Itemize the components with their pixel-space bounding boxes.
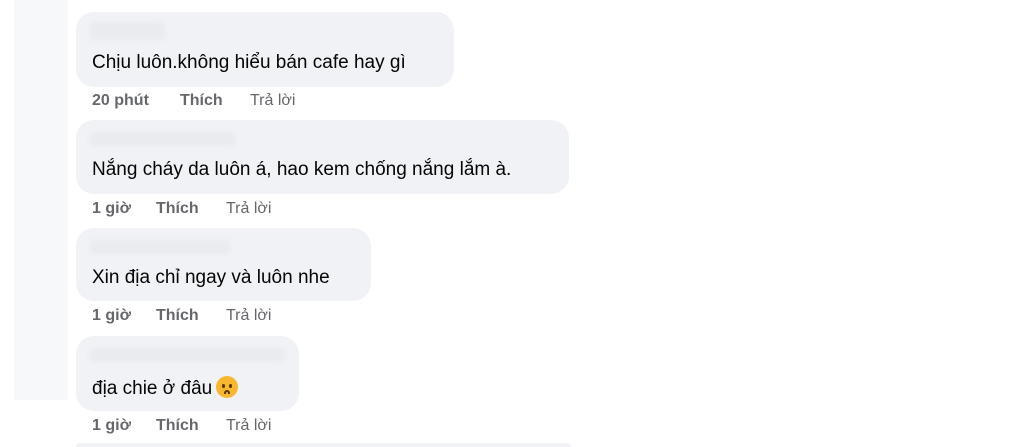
commenter-name-redacted[interactable]	[90, 240, 230, 254]
comment-bubble: Chịu luôn.không hiểu bán cafe hay gì	[76, 12, 454, 87]
like-button[interactable]: Thích	[156, 417, 199, 435]
comment-text-content: địa chie ở đâu	[92, 378, 213, 399]
comment-time[interactable]: 1 giờ	[92, 200, 131, 218]
comment-bubble: Xin địa chỉ ngay và luôn nhe	[76, 228, 371, 301]
commenter-name-redacted[interactable]	[90, 22, 165, 40]
comment-bubble: Nắng cháy da luôn á, hao kem chống nắng …	[76, 120, 569, 194]
next-comment-bubble-edge	[76, 443, 571, 447]
reply-button[interactable]: Trả lời	[226, 307, 271, 325]
frowning-face-emoji-icon	[216, 376, 239, 398]
comment-time[interactable]: 1 giờ	[92, 307, 131, 325]
commenter-name-redacted[interactable]	[90, 132, 235, 146]
comment-time[interactable]: 1 giờ	[92, 417, 131, 435]
commenter-name-redacted[interactable]	[90, 348, 285, 362]
reply-button[interactable]: Trả lời	[250, 92, 295, 110]
comment-bubble: địa chie ở đâu	[76, 336, 299, 411]
avatar-column	[14, 0, 68, 400]
comment-text: Xin địa chỉ ngay và luôn nhe	[92, 267, 330, 288]
comment-text: Nắng cháy da luôn á, hao kem chống nắng …	[92, 159, 512, 180]
like-button[interactable]: Thích	[180, 92, 223, 110]
like-button[interactable]: Thích	[156, 307, 199, 325]
comment-time[interactable]: 20 phút	[92, 92, 149, 110]
like-button[interactable]: Thích	[156, 200, 199, 218]
comment-text: Chịu luôn.không hiểu bán cafe hay gì	[92, 52, 406, 73]
reply-button[interactable]: Trả lời	[226, 417, 271, 435]
comment-text: địa chie ở đâu	[92, 376, 239, 400]
reply-button[interactable]: Trả lời	[226, 200, 271, 218]
